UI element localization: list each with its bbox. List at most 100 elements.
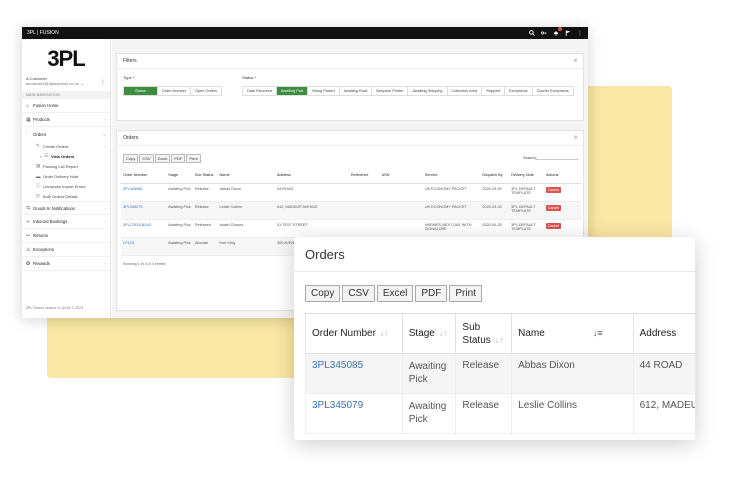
gear-icon[interactable]: ⚙ bbox=[574, 131, 578, 146]
col-stage[interactable]: Stage bbox=[166, 168, 193, 184]
csv-button[interactable]: CSV bbox=[139, 154, 154, 163]
col-service[interactable]: Service bbox=[422, 168, 481, 184]
sidebar-item-exceptions[interactable]: ⚠ Exceptions bbox=[22, 243, 110, 257]
status-option-awaiting-pack[interactable]: Awaiting Pack bbox=[340, 87, 373, 95]
orders-title: Orders bbox=[123, 135, 139, 141]
returns-icon: ↩ bbox=[26, 232, 31, 239]
sidebar-item-orders[interactable]: 🗀 Orders ⌄ bbox=[22, 127, 110, 141]
sidebar-item-fusion-home[interactable]: ⌂ Fusion Home bbox=[22, 99, 110, 113]
chevron-left-icon: ‹ bbox=[104, 205, 106, 211]
col-sub-status[interactable]: Sub Status ↓↑ bbox=[455, 313, 513, 354]
table-row: 3PL345085 Awaiting Pick Release Abbas Di… bbox=[305, 353, 695, 394]
type-option-status[interactable]: Status bbox=[124, 87, 158, 95]
folder-icon: 🗀 bbox=[26, 130, 32, 136]
col-address[interactable]: Address bbox=[275, 168, 349, 184]
sidebar-item-inbound-bookings[interactable]: ➢ Inbound Bookings ‹ bbox=[22, 215, 110, 229]
flag-icon[interactable] bbox=[565, 30, 571, 36]
filters-panel: Filters ⚙ Type * Status Order Number Ope… bbox=[116, 53, 584, 121]
list-icon: ☰ bbox=[44, 153, 49, 158]
col-dispatch-by[interactable]: Dispatch By bbox=[480, 168, 510, 184]
orders-table-zoom: Order Number ↓↑ Stage ↓↑ Sub Status ↓↑ Name… bbox=[305, 313, 695, 434]
chevron-left-icon: ‹ bbox=[104, 261, 106, 266]
col-actions: Actions bbox=[544, 168, 581, 184]
status-option-courier-exceptions[interactable]: Courier Exceptions bbox=[533, 87, 573, 95]
order-link[interactable]: LP123 bbox=[123, 241, 134, 245]
gear-icon[interactable]: ⚙ bbox=[574, 54, 578, 69]
main-navigation-label: MAIN NAVIGATION bbox=[22, 91, 110, 99]
cancel-button[interactable]: Cancel bbox=[546, 222, 561, 229]
type-label: Type * bbox=[123, 75, 135, 80]
status-option-awaiting-shipping[interactable]: Awaiting Shipping bbox=[408, 87, 448, 95]
print-button[interactable]: Print bbox=[449, 285, 482, 302]
sidebar-item-goods-in-notifications[interactable]: ⇆ Goods In Notifications ‹ bbox=[22, 201, 110, 215]
pdf-button[interactable]: PDF bbox=[415, 285, 448, 302]
search-icon[interactable] bbox=[529, 30, 535, 36]
sort-icon: ↓↑ bbox=[379, 328, 389, 338]
status-option-being-picked[interactable]: Being Picked bbox=[308, 87, 340, 95]
status-option-shipped[interactable]: Shipped bbox=[482, 87, 505, 95]
copy-button[interactable]: Copy bbox=[305, 285, 341, 302]
logo: 3PL bbox=[47, 46, 85, 71]
sort-icon: ↓↑ bbox=[438, 328, 448, 338]
col-stage[interactable]: Stage ↓↑ bbox=[401, 313, 457, 354]
rewards-icon: ✪ bbox=[26, 260, 31, 267]
table-row: 3PL345085 Awaiting Pick Release Abbas Di… bbox=[121, 183, 581, 202]
order-link[interactable]: 3PL2763104043 bbox=[123, 223, 151, 227]
customer-email: acustomer@3plexpress.co.uk bbox=[26, 81, 79, 86]
cancel-button[interactable]: Cancel bbox=[546, 204, 561, 211]
type-option-open-orders[interactable]: Open Orders bbox=[191, 87, 221, 95]
col-address[interactable]: Address bbox=[632, 313, 695, 354]
status-option-bespoke-printer[interactable]: Bespoke Printer bbox=[372, 87, 409, 95]
pdf-button[interactable]: PDF bbox=[171, 154, 186, 163]
copy-button[interactable]: Copy bbox=[123, 154, 139, 163]
more-vert-icon[interactable]: ⋮ bbox=[100, 79, 106, 86]
status-option-date-received[interactable]: Date Received bbox=[243, 87, 277, 95]
more-vert-icon[interactable]: ⋮ bbox=[577, 30, 583, 37]
type-option-order-number[interactable]: Order Number bbox=[158, 87, 192, 95]
customer-block: A Customer acustomer@3plexpress.co.uk ⌄ … bbox=[22, 76, 110, 86]
sidebar-item-view-orders[interactable]: › ☰ View Orders bbox=[22, 151, 110, 161]
app-title: 3PL | FUSION bbox=[27, 30, 59, 36]
col-reference[interactable]: Reference bbox=[348, 168, 380, 184]
sidebar-item-returns[interactable]: ↩ Returns bbox=[22, 229, 110, 243]
home-icon: ⌂ bbox=[26, 102, 30, 109]
sidebar-item-linnworks-import-errors[interactable]: ⓘ Linnworks Import Errors bbox=[22, 181, 110, 191]
sidebar-item-bulk-orders-details[interactable]: ◷ Bulk Orders Details bbox=[22, 191, 110, 201]
order-link[interactable]: 3PL345085 bbox=[123, 187, 142, 191]
order-link[interactable]: 3PL345079 bbox=[312, 400, 363, 411]
col-asn[interactable]: ASN bbox=[379, 168, 423, 184]
col-sub-status[interactable]: Sub Status bbox=[192, 168, 218, 184]
status-option-collection-area[interactable]: Collection Area bbox=[448, 87, 483, 95]
col-name[interactable]: Name ↓≡ bbox=[511, 313, 634, 354]
inbound-icon: ➢ bbox=[26, 218, 31, 225]
table-row: 3PL345079 Awaiting Pick Release Leslie C… bbox=[121, 201, 581, 220]
cancel-button[interactable]: Cancel bbox=[546, 186, 561, 193]
order-link[interactable]: 3PL345085 bbox=[312, 360, 363, 371]
zoom-orders-title: Orders bbox=[294, 237, 695, 272]
search-input[interactable] bbox=[535, 153, 579, 160]
excel-button[interactable]: Excel bbox=[376, 285, 414, 302]
status-label: Status * bbox=[242, 75, 257, 80]
sidebar-item-packing-list-report[interactable]: ▤ Packing List Report bbox=[22, 161, 110, 171]
excel-button[interactable]: Excel bbox=[154, 154, 171, 163]
col-name[interactable]: Name bbox=[217, 168, 275, 184]
filters-title: Filters bbox=[123, 58, 137, 64]
sidebar-item-products[interactable]: ▦ Products ‹ bbox=[22, 113, 110, 127]
col-order-number[interactable]: Order Number ↓↑ bbox=[305, 313, 403, 354]
chevron-left-icon: ‹ bbox=[104, 143, 106, 149]
col-delivery-note[interactable]: Delivery Note bbox=[509, 168, 544, 184]
csv-button[interactable]: CSV bbox=[342, 285, 375, 302]
sidebar-item-rewards[interactable]: ✪ Rewards ‹ bbox=[22, 257, 110, 271]
bell-icon[interactable] bbox=[553, 27, 562, 36]
status-option-exceptions[interactable]: Exceptions bbox=[505, 87, 533, 95]
sidebar-item-create-orders[interactable]: ✎ Create Orders ‹ bbox=[22, 141, 110, 151]
goods-in-icon: ⇆ bbox=[26, 205, 31, 211]
key-icon[interactable] bbox=[541, 30, 547, 36]
sidebar-item-order-delivery-note[interactable]: ▬ Order Delivery Note bbox=[22, 171, 110, 181]
col-order-number[interactable]: Order Number bbox=[121, 168, 167, 184]
print-button[interactable]: Print bbox=[186, 154, 201, 163]
chevron-down-icon[interactable]: ⌄ bbox=[81, 81, 84, 86]
zoom-export-buttons: Copy CSV Excel PDF Print bbox=[305, 285, 482, 302]
status-option-awaiting-pick[interactable]: Awaiting Pick bbox=[276, 87, 309, 95]
order-link[interactable]: 3PL345079 bbox=[123, 205, 142, 209]
